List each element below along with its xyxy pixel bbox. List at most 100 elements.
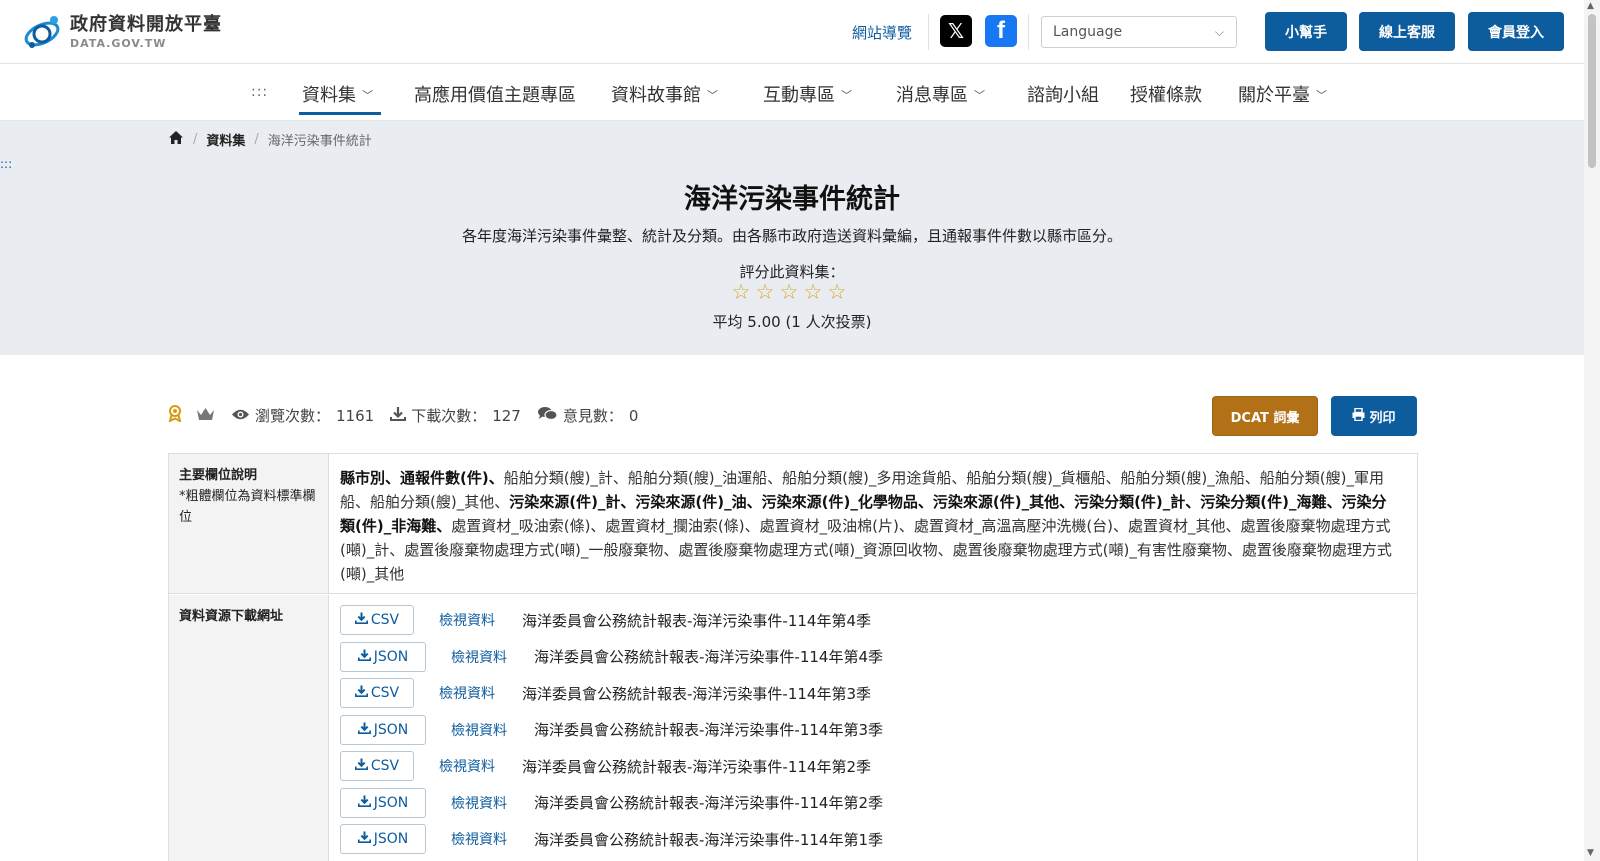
download-icon — [390, 406, 407, 425]
download-json-button[interactable]: JSON — [340, 787, 426, 818]
breadcrumb-current: 海洋污染事件統計 — [267, 134, 372, 149]
main-nav: ::: 資料集 ﹀ 高應用價值主題專區 資料故事館 ﹀ 互動專區 ﹀ 消息專區 ﹀ 諮詢… — [0, 64, 1584, 121]
star-icon[interactable]: ☆ — [803, 282, 823, 303]
resources-row: 資料資源下載網址 CSV 檢視資料 海洋委員會公務統計報表-海洋污染事件-114年第… — [169, 595, 1417, 861]
star-icon[interactable]: ☆ — [755, 282, 775, 303]
nav-item-about[interactable]: 關於平臺 ﹀ — [1238, 81, 1327, 107]
resource-row: JSON 檢視資料 海洋委員會公務統計報表-海洋污染事件-114年第2季 — [340, 787, 884, 818]
view-data-link[interactable]: 檢視資料 — [451, 793, 507, 813]
rating-stars[interactable]: ☆ ☆ ☆ ☆ ☆ — [731, 282, 847, 303]
format-label: CSV — [370, 758, 400, 774]
dataset-description: 各年度海洋污染事件彙整、統計及分類。由各縣市政府造送資料彙編，且通報事件件數以縣… — [461, 227, 1122, 245]
login-button[interactable]: 會員登入 — [1468, 12, 1564, 51]
nav-active-indicator — [299, 112, 381, 115]
download-json-button[interactable]: JSON — [340, 714, 426, 745]
site-logo[interactable]: 政府資料開放平臺 DATA.GOV.TW — [22, 12, 222, 52]
nav-item-advisory[interactable]: 諮詢小組 — [1027, 81, 1099, 107]
nav-item-datasets[interactable]: 資料集 ﹀ — [302, 81, 373, 107]
x-twitter-icon[interactable]: 𝕏 — [940, 15, 972, 47]
sitemap-link[interactable]: 網站導覽 — [852, 22, 912, 43]
crown-icon — [196, 407, 215, 425]
language-select[interactable]: Language ⌵ — [1041, 16, 1237, 48]
award-icon — [168, 405, 182, 426]
fields-label: 主要欄位說明 — [179, 468, 258, 483]
nav-item-license[interactable]: 授權條款 — [1130, 81, 1202, 107]
nav-item-interactive[interactable]: 互動專區 ﹀ — [763, 81, 852, 107]
rate-label: 評分此資料集： — [739, 263, 845, 281]
nav-item-news[interactable]: 消息專區 ﹀ — [896, 81, 985, 107]
views-stat: 瀏覽次數： 1161 — [231, 405, 374, 426]
star-icon[interactable]: ☆ — [779, 282, 799, 303]
view-data-link[interactable]: 檢視資料 — [451, 647, 507, 667]
view-data-link[interactable]: 檢視資料 — [451, 720, 507, 740]
print-button[interactable]: 列印 — [1331, 396, 1417, 436]
eye-icon — [231, 406, 250, 425]
helper-button[interactable]: 小幫手 — [1265, 12, 1347, 51]
downloads-label: 下載次數： — [411, 407, 487, 425]
support-button[interactable]: 線上客服 — [1359, 12, 1455, 51]
format-label: CSV — [370, 612, 400, 628]
star-icon[interactable]: ☆ — [827, 282, 847, 303]
chevron-down-icon: ﹀ — [841, 89, 852, 102]
download-icon — [357, 649, 371, 665]
format-label: JSON — [373, 721, 409, 738]
comments-stat: 意見數： 0 — [537, 405, 638, 426]
printer-icon — [1352, 407, 1365, 425]
site-header: 政府資料開放平臺 DATA.GOV.TW 網站導覽 𝕏 f Language ⌵… — [0, 0, 1584, 64]
views-label: 瀏覽次數： — [255, 407, 331, 425]
resource-name: 海洋委員會公務統計報表-海洋污染事件-114年第2季 — [522, 757, 872, 776]
fields-description: 縣市別、通報件數(件)、船舶分類(艘)_計、船舶分類(艘)_油運船、船舶分類(艘… — [340, 469, 1392, 583]
download-csv-button[interactable]: CSV — [340, 751, 414, 781]
resource-row: CSV 檢視資料 海洋委員會公務統計報表-海洋污染事件-114年第4季 — [340, 605, 871, 635]
resource-name: 海洋委員會公務統計報表-海洋污染事件-114年第3季 — [534, 721, 884, 739]
scroll-up-icon[interactable]: ▲ — [1587, 1, 1594, 11]
chevron-down-icon: ﹀ — [1316, 89, 1327, 102]
fields-note: *粗體欄位為資料標準欄位 — [179, 488, 316, 525]
facebook-icon[interactable]: f — [985, 15, 1017, 47]
format-label: JSON — [373, 831, 409, 847]
view-data-link[interactable]: 檢視資料 — [439, 683, 495, 703]
view-data-link[interactable]: 檢視資料 — [439, 610, 495, 630]
resource-row: CSV 檢視資料 海洋委員會公務統計報表-海洋污染事件-114年第3季 — [340, 678, 871, 708]
page-scrollbar[interactable]: ▲ ▼ — [1584, 0, 1600, 861]
format-label: CSV — [370, 685, 400, 701]
format-label: JSON — [373, 794, 409, 811]
resource-name: 海洋委員會公務統計報表-海洋污染事件-114年第2季 — [534, 794, 884, 812]
breadcrumb-datasets[interactable]: 資料集 — [206, 130, 245, 149]
resource-name: 海洋委員會公務統計報表-海洋污染事件-114年第1季 — [534, 830, 884, 849]
download-json-button[interactable]: JSON — [340, 824, 426, 854]
accesskey-dots[interactable]: ::: — [251, 84, 268, 100]
resources-label: 資料資源下載網址 — [179, 609, 284, 624]
resource-row: JSON 檢視資料 海洋委員會公務統計報表-海洋污染事件-114年第1季 — [340, 824, 883, 854]
download-csv-button[interactable]: CSV — [340, 678, 414, 708]
logo-subtitle: DATA.GOV.TW — [70, 36, 167, 50]
view-data-link[interactable]: 檢視資料 — [439, 756, 495, 776]
nav-item-stories[interactable]: 資料故事館 ﹀ — [611, 81, 718, 107]
scroll-thumb[interactable] — [1588, 14, 1596, 168]
downloads-count: 127 — [492, 406, 521, 425]
home-icon[interactable] — [168, 130, 184, 149]
logo-icon — [22, 12, 64, 52]
downloads-stat: 下載次數： 127 — [390, 405, 521, 426]
scroll-down-icon[interactable]: ▼ — [1587, 848, 1594, 858]
star-icon[interactable]: ☆ — [731, 282, 751, 303]
download-json-button[interactable]: JSON — [340, 641, 426, 672]
comments-label: 意見數： — [562, 407, 623, 425]
divider — [928, 14, 929, 50]
download-icon — [354, 758, 368, 774]
download-icon — [357, 722, 371, 738]
download-icon — [354, 685, 368, 701]
views-count: 1161 — [336, 406, 375, 425]
dcat-button[interactable]: DCAT 詞彙 — [1212, 396, 1318, 436]
view-data-link[interactable]: 檢視資料 — [451, 829, 507, 849]
download-icon — [354, 612, 368, 628]
format-label: JSON — [373, 648, 409, 665]
fields-row: 主要欄位說明 *粗體欄位為資料標準欄位 縣市別、通報件數(件)、船舶分類(艘)_… — [169, 454, 1417, 594]
nav-item-high-value[interactable]: 高應用價值主題專區 — [414, 81, 576, 107]
accesskey-dots[interactable]: ::: — [0, 157, 12, 171]
comments-icon — [537, 406, 558, 425]
download-csv-button[interactable]: CSV — [340, 605, 414, 635]
resource-name: 海洋委員會公務統計報表-海洋污染事件-114年第3季 — [522, 684, 872, 703]
breadcrumb-separator: / — [254, 132, 259, 147]
logo-title: 政府資料開放平臺 — [70, 13, 222, 35]
